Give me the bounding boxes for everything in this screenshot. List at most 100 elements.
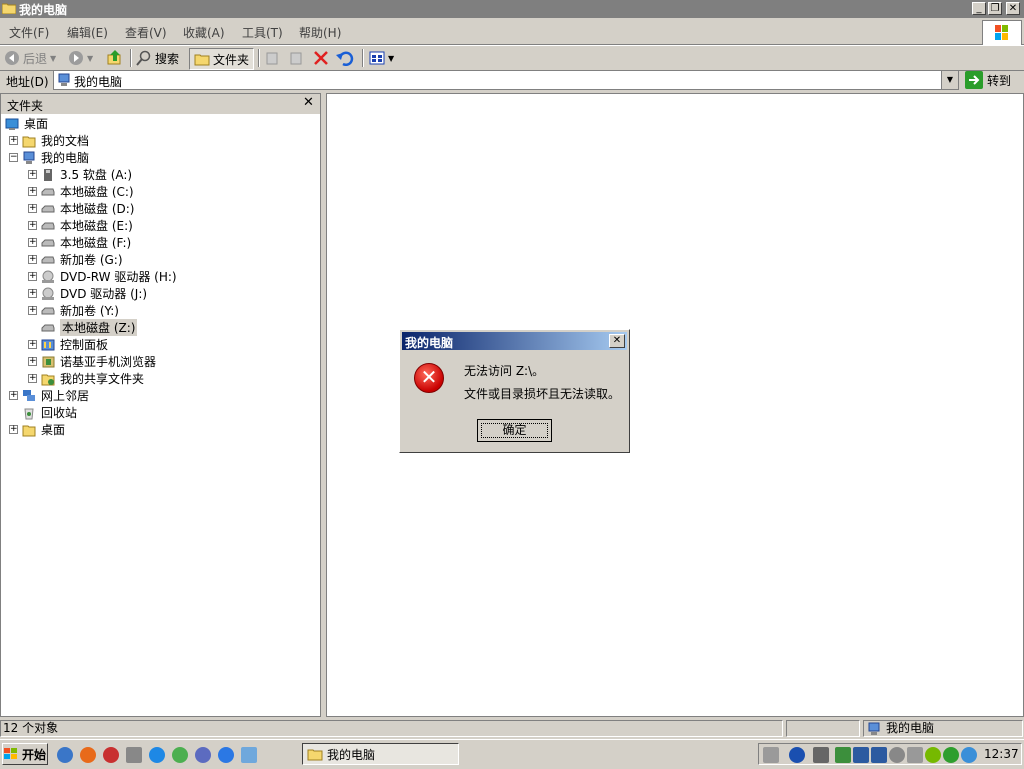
- expand-icon[interactable]: +: [28, 306, 37, 315]
- expand-icon[interactable]: +: [28, 238, 37, 247]
- tree-item[interactable]: + DVD-RW 驱动器 (H:): [28, 268, 177, 285]
- menu-edit[interactable]: 编辑(E): [67, 24, 108, 41]
- tree-item[interactable]: − 我的电脑: [9, 149, 89, 166]
- window-title: 我的电脑: [19, 3, 68, 17]
- tree-item[interactable]: 桌面: [5, 115, 48, 132]
- menu-file[interactable]: 文件(F): [9, 24, 49, 41]
- dropdown-icon: ▼: [388, 53, 395, 63]
- go-button[interactable]: 转到: [965, 70, 1021, 90]
- menu-tools[interactable]: 工具(T): [242, 24, 283, 41]
- tray-app-icon[interactable]: [835, 747, 851, 763]
- tree-item[interactable]: + 控制面板: [28, 336, 108, 353]
- tree-item[interactable]: + 桌面: [9, 421, 65, 438]
- folders-label: 文件夹: [213, 52, 250, 67]
- search-icon: [136, 50, 151, 66]
- delete-button[interactable]: [313, 48, 329, 68]
- window-title-bar[interactable]: 我的电脑 _ ❐ ✕: [0, 0, 1024, 18]
- tree-item[interactable]: + 本地磁盘 (C:): [28, 183, 134, 200]
- close-icon[interactable]: ✕: [303, 95, 314, 110]
- expand-icon[interactable]: +: [28, 170, 37, 179]
- folders-button[interactable]: 文件夹: [189, 48, 255, 70]
- drive-icon: [41, 239, 55, 246]
- network-connection-icon[interactable]: [871, 747, 887, 763]
- expand-icon[interactable]: +: [9, 136, 18, 145]
- tray-app-icon[interactable]: [943, 747, 959, 763]
- copy-to-button[interactable]: [289, 48, 305, 68]
- expand-icon[interactable]: +: [28, 221, 37, 230]
- undo-button[interactable]: [336, 48, 354, 68]
- menu-view[interactable]: 查看(V): [125, 24, 167, 41]
- restore-button[interactable]: ❐: [988, 2, 1002, 15]
- tree-item[interactable]: + 我的文档: [9, 132, 89, 149]
- quicklaunch-app-icon[interactable]: [103, 747, 119, 763]
- tree-item[interactable]: + 网上邻居: [9, 387, 89, 404]
- address-input[interactable]: 我的电脑 ▼: [53, 70, 959, 90]
- clock[interactable]: 12:37: [984, 747, 1019, 761]
- network-icon[interactable]: [813, 747, 829, 763]
- help-icon[interactable]: [789, 747, 805, 763]
- forward-arrow-icon: [69, 51, 83, 65]
- expand-icon[interactable]: +: [9, 425, 18, 434]
- dialog-close-button[interactable]: ✕: [609, 334, 625, 348]
- start-label: 开始: [22, 747, 47, 762]
- tree-item[interactable]: + DVD 驱动器 (J:): [28, 285, 147, 302]
- status-bar: 12 个对象 我的电脑: [0, 719, 1024, 738]
- search-button[interactable]: 搜索: [136, 48, 179, 68]
- expand-icon[interactable]: +: [28, 204, 37, 213]
- tree-item[interactable]: 回收站: [9, 404, 77, 421]
- menu-favorites[interactable]: 收藏(A): [183, 24, 225, 41]
- messenger-icon[interactable]: [172, 747, 188, 763]
- move-to-button[interactable]: [265, 48, 281, 68]
- tree-item[interactable]: + 我的共享文件夹: [28, 370, 144, 387]
- tray-app-icon[interactable]: [889, 747, 905, 763]
- quicklaunch-app-icon[interactable]: [195, 747, 211, 763]
- quicklaunch-app-icon[interactable]: [149, 747, 165, 763]
- expand-icon[interactable]: +: [28, 340, 37, 349]
- expand-icon[interactable]: +: [9, 391, 18, 400]
- go-arrow-icon: [965, 71, 983, 89]
- back-button[interactable]: 后退 ▼: [4, 48, 56, 68]
- tray-app-icon[interactable]: [961, 747, 977, 763]
- expand-icon[interactable]: +: [28, 272, 37, 281]
- network-connection-icon[interactable]: [853, 747, 869, 763]
- folder-icon: [307, 749, 323, 761]
- back-arrow-icon: [5, 51, 19, 65]
- firefox-icon[interactable]: [80, 747, 96, 763]
- tree-item[interactable]: + 诺基亚手机浏览器: [28, 353, 156, 370]
- tray-app-icon[interactable]: [907, 747, 923, 763]
- expand-icon[interactable]: +: [28, 255, 37, 264]
- menu-help[interactable]: 帮助(H): [299, 24, 341, 41]
- tree-item[interactable]: + 新加卷 (Y:): [28, 302, 119, 319]
- views-button[interactable]: ▼: [369, 48, 394, 68]
- quicklaunch-app-icon[interactable]: [57, 747, 73, 763]
- tree-item-label: 本地磁盘 (D:): [60, 202, 135, 216]
- minimize-button[interactable]: _: [972, 2, 986, 15]
- taskbar-item-my-computer[interactable]: 我的电脑: [302, 743, 459, 765]
- tools-icon[interactable]: [126, 747, 142, 763]
- ok-button[interactable]: 确定: [477, 419, 552, 442]
- tree-item-label: 本地磁盘 (E:): [60, 219, 133, 233]
- forward-button[interactable]: ▼: [68, 48, 93, 68]
- status-object-count: 12 个对象: [0, 720, 783, 737]
- dialog-title-bar[interactable]: 我的电脑 ✕: [402, 332, 627, 350]
- tree-item[interactable]: +3.5 软盘 (A:): [28, 166, 132, 183]
- close-button[interactable]: ✕: [1006, 2, 1020, 15]
- tree-item[interactable]: + 新加卷 (G:): [28, 251, 123, 268]
- expand-icon[interactable]: +: [28, 374, 37, 383]
- address-dropdown-button[interactable]: ▼: [941, 71, 958, 89]
- tree-item[interactable]: + 本地磁盘 (D:): [28, 200, 134, 217]
- expand-icon[interactable]: +: [28, 289, 37, 298]
- expand-icon[interactable]: +: [28, 357, 37, 366]
- keyboard-icon[interactable]: [763, 747, 779, 763]
- tree-item[interactable]: 本地磁盘 (Z:): [28, 319, 138, 336]
- show-desktop-icon[interactable]: [241, 747, 257, 763]
- internet-explorer-icon[interactable]: [218, 747, 234, 763]
- tree-item[interactable]: + 本地磁盘 (F:): [28, 234, 131, 251]
- folder-icon: [194, 54, 210, 66]
- tree-item[interactable]: + 本地磁盘 (E:): [28, 217, 133, 234]
- start-button[interactable]: 开始: [2, 743, 48, 765]
- up-folder-button[interactable]: [106, 48, 124, 68]
- collapse-icon[interactable]: −: [9, 153, 18, 162]
- expand-icon[interactable]: +: [28, 187, 37, 196]
- nvidia-icon[interactable]: [925, 747, 941, 763]
